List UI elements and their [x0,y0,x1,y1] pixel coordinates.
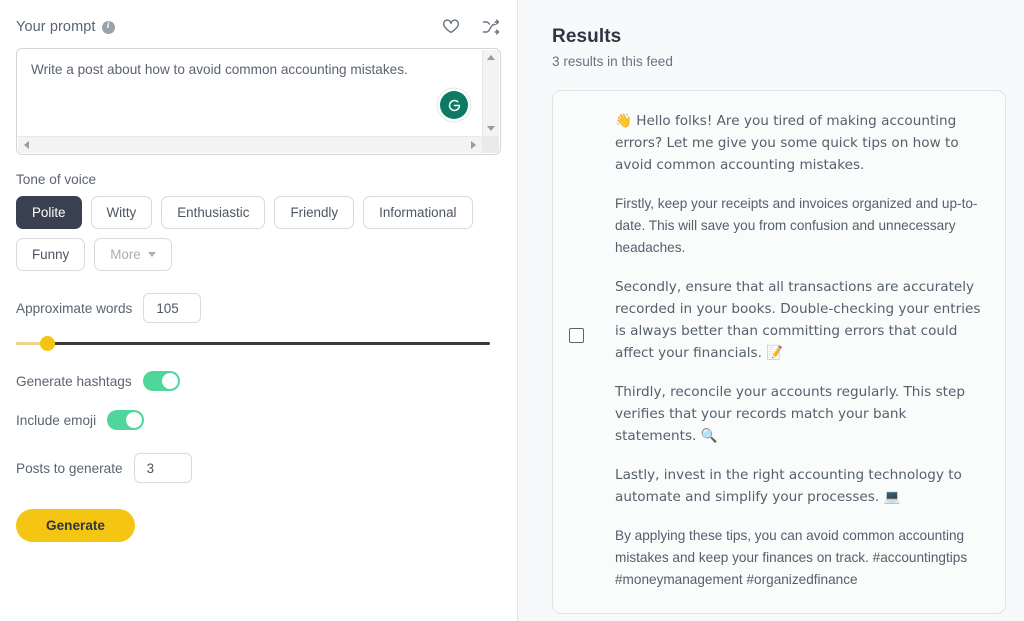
tone-chip-friendly[interactable]: Friendly [274,196,355,229]
include-emoji-toggle[interactable] [107,410,145,430]
scroll-up-icon[interactable] [487,55,495,60]
generate-hashtags-label: Generate hashtags [16,373,132,389]
result-paragraph: Lastly, invest in the right accounting t… [615,467,962,506]
result-paragraph: Firstly, keep your receipts and invoices… [615,196,978,256]
tone-of-voice-label: Tone of voice [16,172,97,187]
result-paragraph: By applying these tips, you can avoid co… [615,528,968,588]
tone-chip-witty[interactable]: Witty [90,196,153,229]
posts-to-generate-row: Posts to generate [16,453,501,483]
prompt-vertical-scrollbar[interactable] [482,50,499,136]
tone-more-label: More [110,247,141,262]
app-root: Your prompt i Write a post about how to … [0,0,1024,621]
refresh-icon[interactable] [440,91,468,119]
tone-chip-label: Informational [379,205,457,220]
scrollbar-corner [482,136,499,153]
slider-thumb[interactable] [40,336,55,351]
results-count: 3 results in this feed [552,54,673,69]
prompt-settings-panel: Your prompt i Write a post about how to … [0,0,518,621]
tone-of-voice-chip-group: Polite Witty Enthusiastic Friendly Infor… [16,196,501,271]
approximate-words-input[interactable] [143,293,202,323]
result-paragraph: 👋 Hello folks! Are you tired of making a… [615,113,959,174]
results-title: Results [552,26,622,47]
tone-chip-label: Friendly [290,205,339,220]
prompt-header: Your prompt i [16,14,501,40]
slider-track [16,342,490,345]
approximate-words-slider[interactable] [16,336,490,352]
tone-chip-funny[interactable]: Funny [16,238,86,271]
prompt-label: Your prompt [16,19,96,35]
generate-button[interactable]: Generate [16,509,135,542]
tone-chip-label: Funny [32,247,70,262]
posts-to-generate-label: Posts to generate [16,460,123,476]
prompt-textarea-container[interactable]: Write a post about how to avoid common a… [16,48,501,155]
shuffle-icon[interactable] [481,17,501,37]
heart-icon[interactable] [441,17,461,37]
scroll-right-icon[interactable] [471,141,476,149]
tone-chip-informational[interactable]: Informational [363,196,473,229]
chevron-down-icon [147,252,156,257]
result-paragraph: Secondly, ensure that all transactions a… [615,279,981,362]
scroll-down-icon[interactable] [487,126,495,131]
prompt-header-actions [441,17,501,37]
prompt-horizontal-scrollbar[interactable] [18,136,482,153]
approximate-words-label: Approximate words [16,300,133,316]
prompt-text-area[interactable]: Write a post about how to avoid common a… [17,49,482,136]
prompt-value: Write a post about how to avoid common a… [31,62,408,77]
approximate-words-row: Approximate words [16,293,501,323]
tone-chip-label: Enthusiastic [177,205,250,220]
tone-chip-polite[interactable]: Polite [16,196,82,229]
tone-chip-label: Witty [106,205,137,220]
result-card-checkbox[interactable] [569,328,584,343]
scroll-left-icon[interactable] [24,141,29,149]
info-icon[interactable]: i [101,20,115,34]
tone-more-button[interactable]: More [94,238,172,271]
include-emoji-label: Include emoji [16,412,97,428]
results-panel: Results 3 results in this feed 👋 Hello f… [518,0,1024,621]
generate-hashtags-toggle[interactable] [142,371,180,391]
tone-chip-enthusiastic[interactable]: Enthusiastic [161,196,266,229]
tone-chip-label: Polite [32,205,66,220]
result-card[interactable]: 👋 Hello folks! Are you tired of making a… [552,90,1006,615]
generate-hashtags-row: Generate hashtags [16,371,501,391]
toggle-knob [126,412,143,428]
result-paragraph: Thirdly, reconcile your accounts regular… [615,384,965,445]
posts-to-generate-input[interactable] [133,453,192,483]
include-emoji-row: Include emoji [16,410,501,430]
toggle-knob [161,373,178,389]
